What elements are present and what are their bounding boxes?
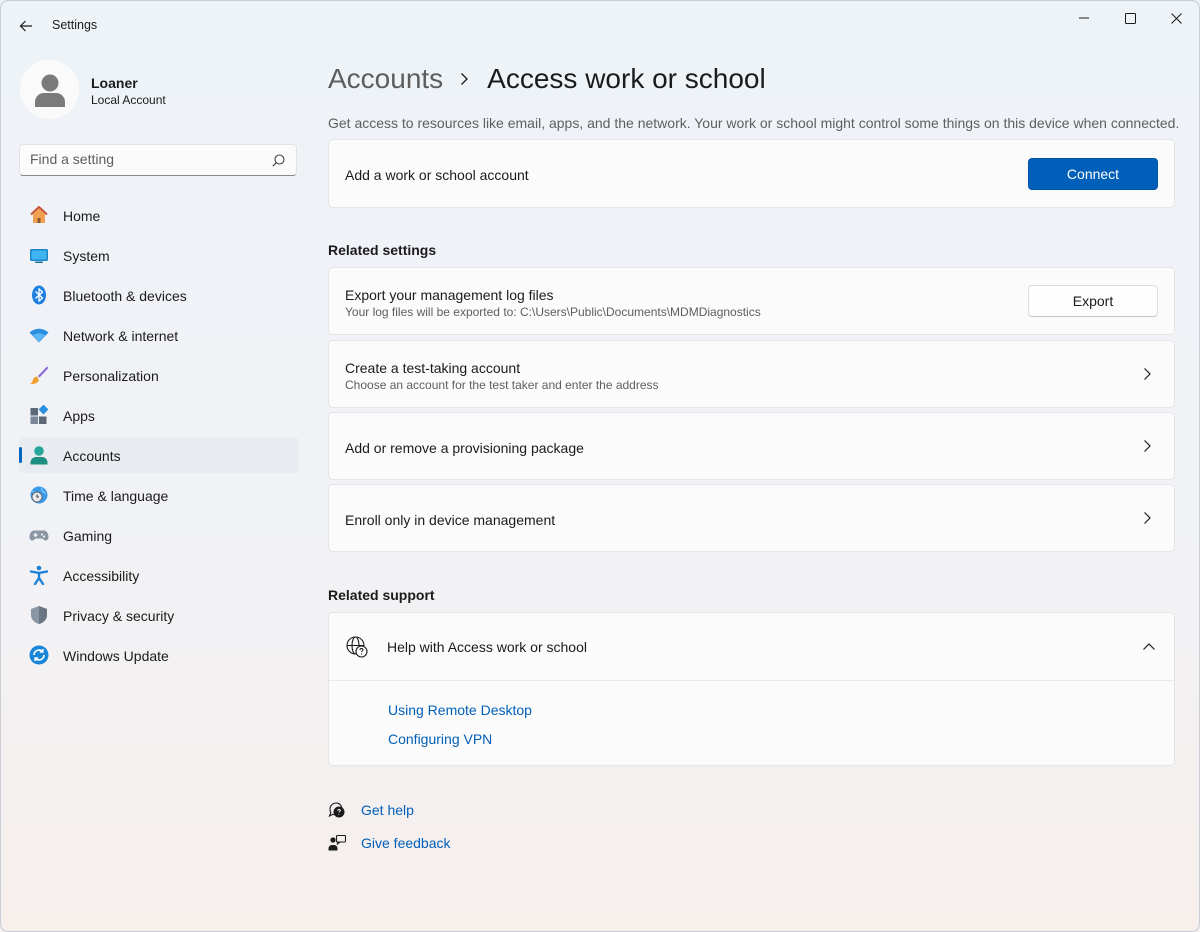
- title-bar: Settings: [1, 1, 1199, 49]
- enroll-device-management-card[interactable]: Enroll only in device management: [328, 484, 1175, 552]
- shield-icon: [29, 605, 49, 625]
- sidebar-item-gaming[interactable]: Gaming: [19, 517, 299, 553]
- search-input[interactable]: [30, 151, 260, 167]
- give-feedback-link[interactable]: Give feedback: [328, 833, 451, 853]
- link-using-remote-desktop[interactable]: Using Remote Desktop: [388, 702, 532, 718]
- update-icon: [29, 645, 49, 665]
- sidebar-nav: Home System Bluetooth & devices Network …: [19, 197, 299, 677]
- minimize-button[interactable]: [1064, 5, 1104, 31]
- sidebar-item-windows-update[interactable]: Windows Update: [19, 637, 299, 673]
- sidebar-item-label: Apps: [63, 408, 95, 424]
- sidebar-item-label: Home: [63, 208, 101, 224]
- sidebar-item-label: Windows Update: [63, 648, 169, 664]
- maximize-icon: [1124, 12, 1136, 24]
- back-button[interactable]: [13, 13, 39, 39]
- sidebar-item-label: Personalization: [63, 368, 159, 384]
- sidebar-item-label: Accounts: [63, 448, 121, 464]
- sidebar-item-personalization[interactable]: Personalization: [19, 357, 299, 393]
- help-expander-header[interactable]: Help with Access work or school: [329, 613, 1174, 681]
- accessibility-icon: [29, 565, 49, 585]
- maximize-button[interactable]: [1110, 5, 1150, 31]
- give-feedback-label: Give feedback: [361, 835, 451, 851]
- search-box[interactable]: [19, 144, 297, 176]
- bluetooth-icon: [29, 285, 49, 305]
- test-taking-subtitle: Choose an account for the test taker and…: [345, 378, 659, 392]
- get-help-link[interactable]: Get help: [328, 800, 414, 820]
- sidebar-item-label: Accessibility: [63, 568, 140, 584]
- export-logs-subtitle: Your log files will be exported to: C:\U…: [345, 305, 761, 319]
- page-description: Get access to resources like email, apps…: [328, 115, 1180, 131]
- profile-account-type: Local Account: [91, 93, 166, 107]
- clock-globe-icon: [29, 485, 49, 505]
- sidebar-item-privacy-security[interactable]: Privacy & security: [19, 597, 299, 633]
- back-arrow-icon: [19, 20, 32, 32]
- help-expander-title: Help with Access work or school: [387, 639, 587, 655]
- feedback-icon: [328, 834, 346, 851]
- close-button[interactable]: [1156, 5, 1196, 31]
- avatar: [20, 60, 79, 119]
- sidebar-item-label: Privacy & security: [63, 608, 175, 624]
- link-configuring-vpn[interactable]: Configuring VPN: [388, 731, 492, 747]
- page-title: Access work or school: [487, 63, 766, 94]
- accounts-icon: [29, 445, 49, 465]
- breadcrumb-parent-link[interactable]: Accounts: [328, 63, 443, 95]
- system-icon: [29, 245, 49, 265]
- chevron-right-icon: [1144, 368, 1151, 380]
- sidebar-item-home[interactable]: Home: [19, 197, 299, 233]
- sidebar-item-label: Network & internet: [63, 328, 179, 344]
- sidebar-item-time-language[interactable]: Time & language: [19, 477, 299, 513]
- provisioning-title: Add or remove a provisioning package: [345, 440, 584, 456]
- sidebar-item-label: Time & language: [63, 488, 169, 504]
- gamepad-icon: [29, 525, 49, 545]
- sidebar-item-bluetooth[interactable]: Bluetooth & devices: [19, 277, 299, 313]
- get-help-icon: [328, 802, 345, 818]
- related-support-header: Related support: [328, 587, 435, 603]
- brush-icon: [29, 365, 49, 385]
- sidebar-item-label: System: [63, 248, 110, 264]
- close-icon: [1170, 12, 1182, 24]
- enroll-title: Enroll only in device management: [345, 512, 556, 528]
- export-logs-title: Export your management log files: [345, 287, 554, 303]
- apps-icon: [29, 405, 49, 425]
- sidebar-item-label: Bluetooth & devices: [63, 288, 187, 304]
- related-settings-header: Related settings: [328, 242, 437, 258]
- home-icon: [29, 205, 49, 225]
- user-profile[interactable]: Loaner Local Account: [20, 60, 290, 120]
- provisioning-package-card[interactable]: Add or remove a provisioning package: [328, 412, 1175, 480]
- test-taking-title: Create a test-taking account: [345, 360, 521, 376]
- breadcrumb-chevron-icon: [459, 72, 469, 86]
- wifi-icon: [29, 325, 49, 345]
- add-account-label: Add a work or school account: [345, 167, 529, 183]
- export-button[interactable]: Export: [1028, 285, 1158, 317]
- sidebar-item-apps[interactable]: Apps: [19, 397, 299, 433]
- globe-help-icon: [346, 636, 368, 658]
- add-account-card: Add a work or school account Connect: [328, 139, 1175, 208]
- sidebar-item-accounts[interactable]: Accounts: [19, 437, 299, 473]
- get-help-label: Get help: [361, 802, 414, 818]
- test-taking-account-card[interactable]: Create a test-taking account Choose an a…: [328, 340, 1175, 408]
- profile-name: Loaner: [91, 75, 138, 91]
- connect-button[interactable]: Connect: [1028, 158, 1158, 190]
- person-icon: [34, 74, 65, 107]
- settings-window: Settings Loaner Local Account Home: [0, 0, 1200, 932]
- chevron-right-icon: [1144, 440, 1151, 452]
- search-icon[interactable]: [272, 154, 285, 167]
- sidebar-item-system[interactable]: System: [19, 237, 299, 273]
- sidebar-item-network[interactable]: Network & internet: [19, 317, 299, 353]
- export-logs-card: Export your management log files Your lo…: [328, 267, 1175, 335]
- chevron-right-icon: [1144, 512, 1151, 524]
- sidebar-item-label: Gaming: [63, 528, 113, 544]
- minimize-icon: [1079, 17, 1089, 19]
- chevron-up-icon: [1143, 643, 1155, 650]
- breadcrumb: Accounts Access work or school: [328, 59, 766, 99]
- app-title: Settings: [52, 18, 98, 32]
- related-support-card: Help with Access work or school Using Re…: [328, 612, 1175, 766]
- sidebar-item-accessibility[interactable]: Accessibility: [19, 557, 299, 593]
